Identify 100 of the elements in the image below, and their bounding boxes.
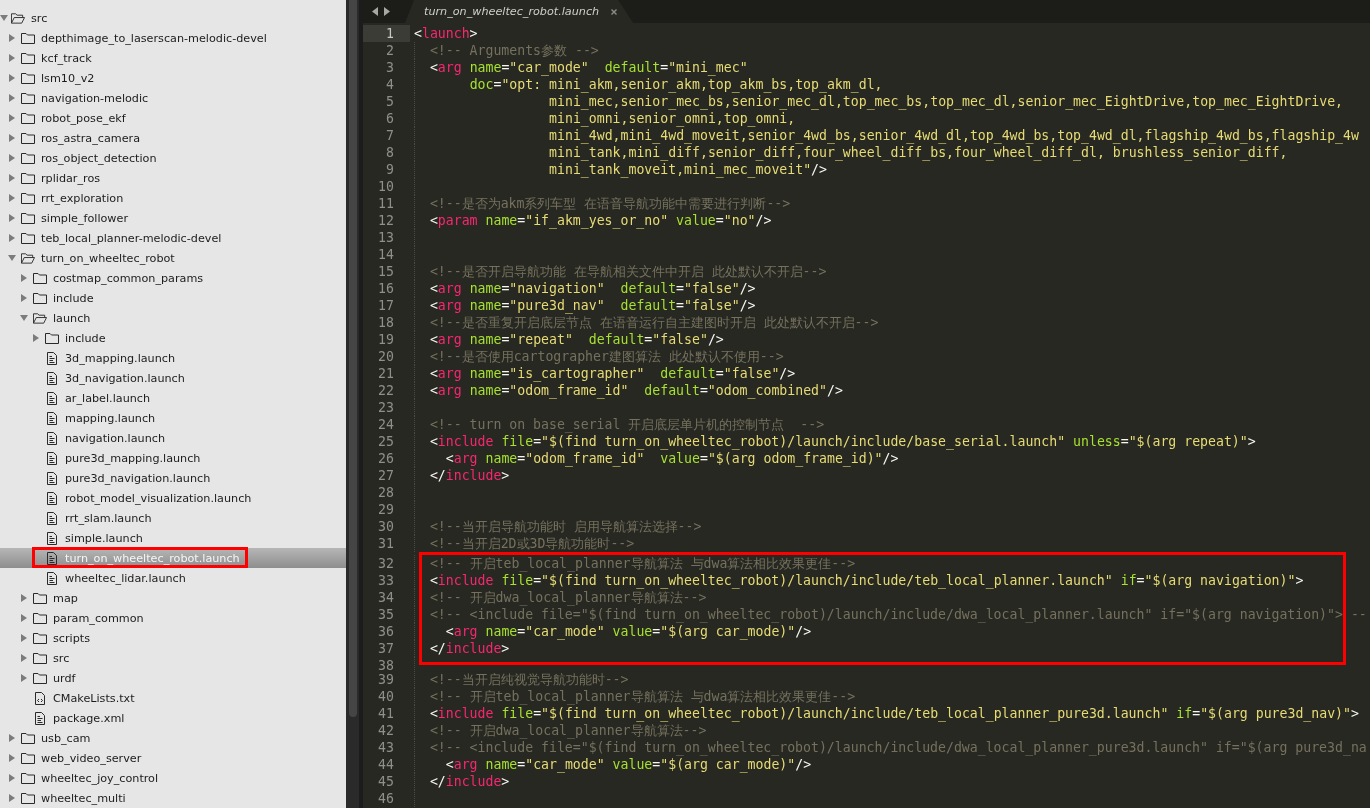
caret-right-icon[interactable] <box>9 734 15 742</box>
line-number: 9 <box>385 160 395 178</box>
folder-item[interactable]: costmap_common_params <box>18 268 204 288</box>
line-number: 3 <box>385 58 395 76</box>
file-item[interactable]: pure3d_mapping.launch <box>30 448 201 468</box>
folder-item[interactable]: wheeltec_joy_control <box>6 768 159 788</box>
code-comment: <!--当开启纯视觉导航功能时--> <box>429 670 629 688</box>
folder-item[interactable]: ros_object_detection <box>6 148 157 168</box>
file-item[interactable]: rrt_slam.launch <box>30 508 152 528</box>
caret-right-icon[interactable] <box>9 134 15 142</box>
folder-icon <box>45 332 59 344</box>
caret-right-icon[interactable] <box>21 294 27 302</box>
folder-item[interactable]: map <box>18 588 78 608</box>
caret-right-icon[interactable] <box>21 634 27 642</box>
code-line: </include> <box>429 466 510 484</box>
line-number: 23 <box>377 398 395 416</box>
folder-item[interactable]: rplidar_ros <box>6 168 101 188</box>
line-number: 18 <box>377 313 395 331</box>
line-number: 25 <box>377 432 395 450</box>
close-icon[interactable] <box>611 8 618 15</box>
folder-item[interactable]: usb_cam <box>6 728 91 748</box>
folder-item[interactable]: include <box>18 288 94 308</box>
folder-icon <box>21 92 35 104</box>
code-line: <arg name="odom_frame_id" default="odom_combined"/> <box>429 382 843 399</box>
caret-right-icon[interactable] <box>9 174 15 182</box>
caret-right-icon[interactable] <box>9 74 15 82</box>
caret-right-icon[interactable] <box>9 94 15 102</box>
caret-right-icon[interactable] <box>9 194 15 202</box>
file-item[interactable]: mapping.launch <box>30 408 156 428</box>
folder-item[interactable]: turn_on_wheeltec_robot <box>6 248 175 268</box>
code-line: <arg name="is_cartographer" default="false"/> <box>429 364 796 382</box>
file-item[interactable]: 3d_mapping.launch <box>30 348 175 368</box>
folder-item[interactable]: wheeltec_multi <box>6 788 126 808</box>
folder-item[interactable]: ros_astra_camera <box>6 128 140 148</box>
folder-item[interactable]: depthimage_to_laserscan-melodic-devel <box>6 28 267 48</box>
caret-right-icon[interactable] <box>9 754 15 762</box>
folder-item[interactable]: include <box>30 328 106 348</box>
caret-right-icon[interactable] <box>33 334 39 342</box>
file-item[interactable]: pure3d_navigation.launch <box>30 468 211 488</box>
code-line: </include> <box>429 772 510 790</box>
file-item[interactable]: package.xml <box>18 708 125 728</box>
caret-right-icon[interactable] <box>21 654 27 662</box>
folder-item[interactable]: urdf <box>18 668 76 688</box>
folder-item[interactable]: kcf_track <box>6 48 92 68</box>
folder-item[interactable]: lsm10_v2 <box>6 68 95 88</box>
folder-item[interactable]: simple_follower <box>6 208 128 228</box>
caret-right-icon[interactable] <box>21 594 27 602</box>
caret-right-icon[interactable] <box>9 214 15 222</box>
file-item[interactable]: navigation.launch <box>30 428 165 448</box>
document-icon <box>47 491 57 505</box>
line-number: 15 <box>377 262 395 280</box>
caret-right-icon[interactable] <box>21 674 27 682</box>
folder-icon <box>21 192 35 204</box>
folder-item[interactable]: rrt_exploration <box>6 188 124 208</box>
folder-item[interactable]: launch <box>18 308 91 328</box>
code-comment: <!--是否开启导航功能 在导航相关文件中开启 此处默认不开启--> <box>429 262 827 280</box>
folder-item[interactable]: teb_local_planner-melodic-devel <box>6 228 222 248</box>
folder-item[interactable]: src <box>0 8 48 28</box>
file-item[interactable]: CMakeLists.txt <box>18 688 135 708</box>
line-number: 8 <box>385 143 395 161</box>
folder-item[interactable]: src <box>18 648 70 668</box>
caret-right-icon[interactable] <box>21 614 27 622</box>
code-comment: <!--当开启导航功能时 启用导航算法选择--> <box>429 517 702 535</box>
file-tab[interactable]: turn_on_wheeltec_robot.launch <box>405 0 634 23</box>
line-number: 6 <box>385 109 395 127</box>
caret-right-icon[interactable] <box>9 114 15 122</box>
code-comment: <!-- turn on base_serial 开启底层单片机的控制节点 --> <box>429 415 825 433</box>
code-comment: <!-- 开启dwa_local_planner导航算法--> <box>429 589 707 606</box>
caret-down-icon[interactable] <box>8 255 16 261</box>
line-number: 26 <box>377 449 395 467</box>
file-item[interactable]: wheeltec_lidar.launch <box>30 568 186 588</box>
code-line: mini_4wd,mini_4wd_moveit,senior_4wd_bs,senior_4wd_dl,top_4wd_bs,top_4wd_dl,flagship_4wd_bs,flagship_4w <box>549 127 1359 144</box>
caret-right-icon[interactable] <box>9 54 15 62</box>
caret-right-icon[interactable] <box>9 34 15 42</box>
caret-right-icon[interactable] <box>9 234 15 242</box>
caret-right-icon[interactable] <box>21 274 27 282</box>
file-item[interactable]: ar_label.launch <box>30 388 151 408</box>
scrollbar-thumb[interactable] <box>349 0 357 717</box>
file-item[interactable]: simple.launch <box>30 528 143 548</box>
folder-icon <box>21 232 35 244</box>
line-number: 1 <box>363 24 410 42</box>
caret-right-icon[interactable] <box>9 774 15 782</box>
open-folder-icon <box>33 312 47 324</box>
caret-down-icon[interactable] <box>0 15 8 21</box>
line-number: 36 <box>377 622 395 640</box>
file-item[interactable]: robot_model_visualization.launch <box>30 488 252 508</box>
caret-right-icon[interactable] <box>9 794 15 802</box>
folder-item[interactable]: scripts <box>18 628 90 648</box>
right-arrow-icon[interactable] <box>384 7 390 16</box>
left-arrow-icon[interactable] <box>372 7 378 16</box>
folder-item[interactable]: robot_pose_ekf <box>6 108 126 128</box>
code-comment: <!--是否为akm系列车型 在语音导航功能中需要进行判断--> <box>429 194 791 212</box>
folder-item[interactable]: param_common <box>18 608 144 628</box>
code-comment: <!-- 开启teb_local_planner导航算法 与dwa算法相比效果更佳--> <box>429 687 856 705</box>
caret-down-icon[interactable] <box>20 315 28 321</box>
folder-item[interactable]: web_video_server <box>6 748 142 768</box>
caret-right-icon[interactable] <box>9 154 15 162</box>
code-line: <arg name="car_mode" value="$(arg car_mode)"/> <box>445 756 812 773</box>
folder-item[interactable]: navigation-melodic <box>6 88 149 108</box>
file-item[interactable]: 3d_navigation.launch <box>30 368 185 388</box>
